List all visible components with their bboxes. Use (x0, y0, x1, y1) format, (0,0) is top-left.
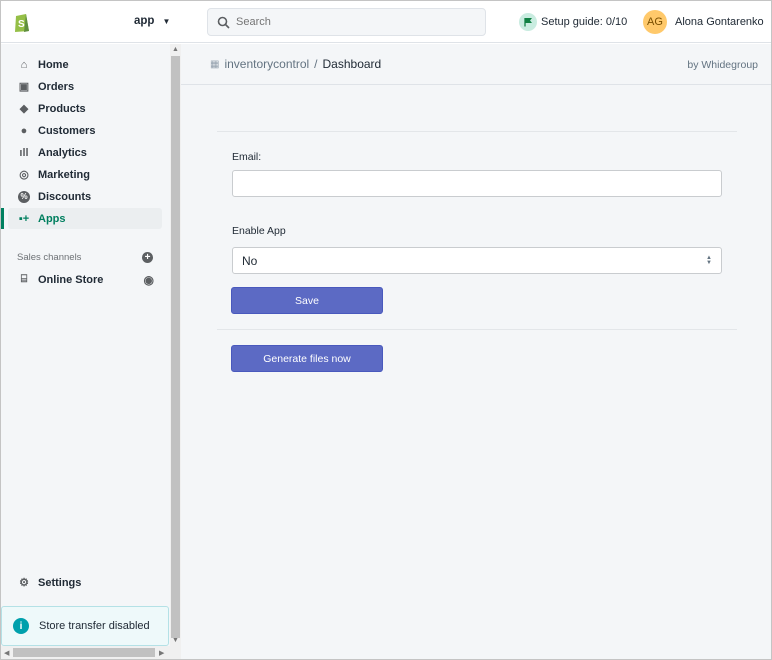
person-icon: ● (20, 124, 28, 137)
discount-icon: % (18, 190, 30, 203)
setup-guide-label: Setup guide: 0/10 (541, 16, 628, 28)
bar-chart-icon: ıll (19, 146, 29, 159)
home-icon: ⌂ (20, 58, 28, 71)
top-bar: S app ▼ Setup guide: 0/10 AG Alona Gontar… (1, 1, 771, 43)
gear-icon: ⚙ (19, 577, 29, 589)
user-menu[interactable]: AG Alona Gontarenko (643, 10, 764, 34)
divider (217, 329, 737, 330)
scroll-up-icon[interactable]: ▲ (172, 46, 179, 53)
scroll-right-icon[interactable]: ▶ (159, 649, 164, 657)
eye-icon[interactable]: ◉ (144, 273, 154, 287)
search-bar[interactable] (207, 8, 486, 36)
sales-channels-header: Sales channels + (17, 252, 153, 263)
nav-label: Products (38, 102, 86, 115)
sidebar-item-products[interactable]: ◆ Products (8, 98, 162, 119)
store-transfer-text: Store transfer disabled (39, 620, 150, 632)
store-transfer-banner: i Store transfer disabled (1, 606, 169, 646)
sidebar: ⌂ Home ▣ Orders ◆ Products ● Customers ıll An… (1, 44, 170, 646)
avatar: AG (643, 10, 667, 34)
select-arrows-icon: ▲ ▼ (706, 254, 712, 266)
sidebar-item-orders[interactable]: ▣ Orders (8, 76, 162, 97)
store-name: app (134, 15, 155, 27)
store-icon: ⌸ (20, 273, 28, 285)
email-field-wrapper (232, 170, 722, 197)
scroll-left-icon[interactable]: ◀ (4, 649, 9, 657)
enable-app-label: Enable App (232, 225, 286, 237)
breadcrumb-separator: / (314, 57, 318, 71)
scroll-down-icon[interactable]: ▼ (172, 637, 179, 644)
orders-icon: ▣ (18, 81, 30, 93)
target-icon: ◎ (19, 169, 29, 181)
save-button[interactable]: Save (231, 287, 383, 314)
app-name-link[interactable]: inventorycontrol (224, 57, 309, 71)
nav-label: Orders (38, 80, 75, 93)
sales-channels-label: Sales channels (17, 252, 82, 263)
horizontal-scrollbar[interactable]: ◀ ▶ (1, 646, 181, 659)
sidebar-item-settings[interactable]: ⚙ Settings (8, 572, 162, 593)
divider (217, 131, 737, 132)
developer-credit: by Whidegroup (687, 59, 758, 71)
nav-label: Home (38, 58, 69, 71)
sidebar-item-discounts[interactable]: % Discounts (8, 186, 162, 207)
apps-icon: ▪+ (18, 212, 30, 225)
flag-icon (519, 13, 537, 31)
scrollbar-thumb[interactable] (13, 648, 155, 657)
nav-label: Customers (38, 124, 96, 137)
nav-label: Apps (38, 212, 66, 225)
nav-label: Marketing (38, 168, 90, 181)
search-input[interactable] (236, 16, 456, 28)
store-selector[interactable]: app ▼ (134, 15, 170, 27)
breadcrumb: ▦ inventorycontrol / Dashboard (210, 57, 381, 71)
setup-guide-button[interactable]: Setup guide: 0/10 (519, 13, 627, 31)
sidebar-item-analytics[interactable]: ıll Analytics (8, 142, 162, 163)
generate-files-button[interactable]: Generate files now (231, 345, 383, 372)
sidebar-item-customers[interactable]: ● Customers (8, 120, 162, 141)
sidebar-item-online-store[interactable]: ⌸ Online Store ◉ (8, 269, 154, 290)
enable-app-value: No (242, 253, 258, 268)
email-label: Email: (232, 151, 262, 163)
svg-text:S: S (18, 19, 25, 30)
sidebar-item-apps[interactable]: ▪+ Apps (8, 208, 162, 229)
sidebar-item-home[interactable]: ⌂ Home (8, 54, 162, 75)
active-indicator (1, 208, 4, 229)
sidebar-item-marketing[interactable]: ◎ Marketing (8, 164, 162, 185)
nav-label: Analytics (38, 146, 87, 159)
search-icon (217, 16, 230, 29)
app-header: ▦ inventorycontrol / Dashboard by Whideg… (181, 44, 771, 85)
shopify-logo-icon[interactable]: S (13, 11, 31, 33)
user-name: Alona Gontarenko (675, 16, 764, 28)
info-icon: i (13, 618, 29, 634)
app-grid-icon: ▦ (210, 58, 220, 70)
nav-label: Discounts (38, 190, 92, 203)
scrollbar-thumb[interactable] (171, 56, 180, 638)
caret-down-icon: ▼ (162, 16, 171, 26)
email-field[interactable] (233, 171, 721, 196)
main-content: ▦ inventorycontrol / Dashboard by Whideg… (181, 44, 771, 659)
nav-label: Online Store (38, 273, 104, 286)
tag-icon: ◆ (19, 103, 29, 115)
add-channel-icon[interactable]: + (142, 252, 153, 263)
nav-label: Settings (38, 576, 82, 589)
page-title: Dashboard (322, 57, 382, 71)
enable-app-select[interactable]: No ▲ ▼ (232, 247, 722, 274)
sidebar-scrollbar[interactable]: ▲ ▼ (170, 44, 181, 646)
